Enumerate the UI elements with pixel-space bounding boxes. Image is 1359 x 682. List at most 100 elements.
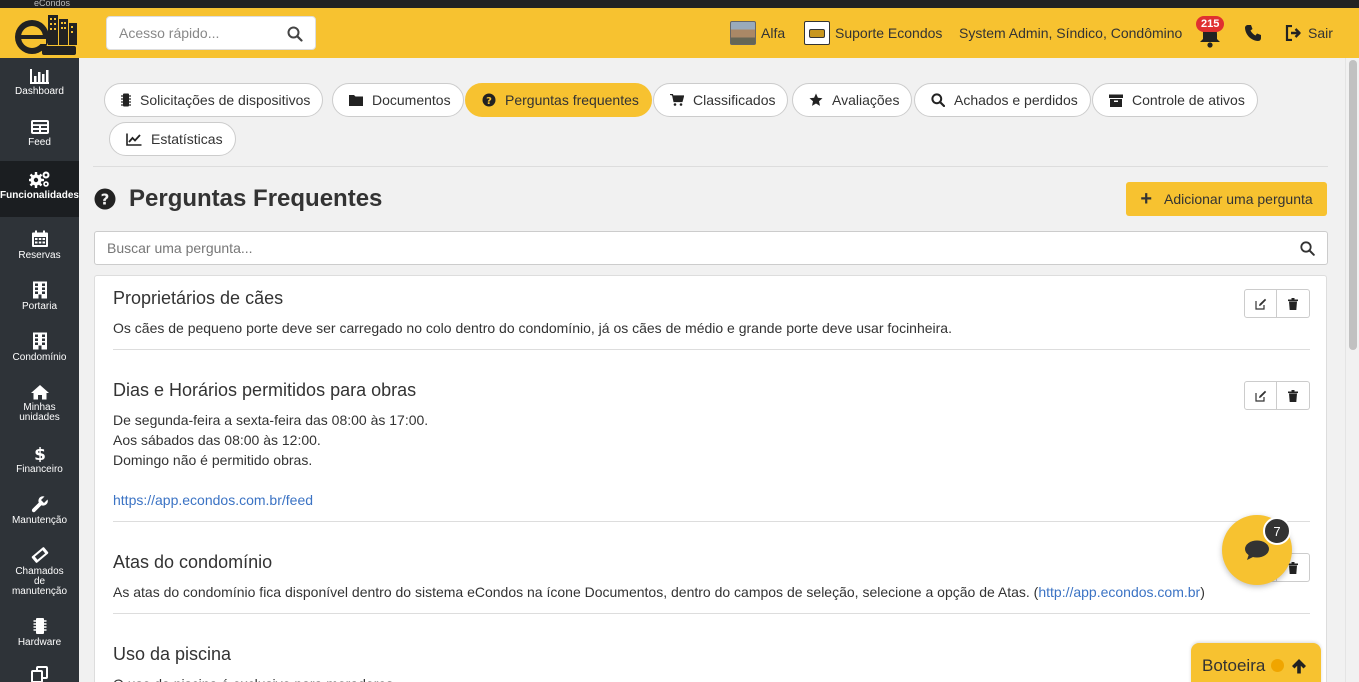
sidebar-item-label: Manutenção: [11, 515, 68, 526]
tabs-divider: [93, 166, 1328, 167]
newspaper-icon: [30, 120, 49, 134]
folder-icon: [349, 95, 363, 106]
cart-icon: [670, 94, 684, 106]
edit-button[interactable]: [1244, 381, 1277, 410]
sidebar-item-feed[interactable]: Feed: [0, 119, 79, 148]
faq-question: Dias e Horários permitidos para obras: [113, 380, 417, 400]
delete-button[interactable]: [1277, 289, 1310, 318]
faq-question: Uso da piscina: [113, 644, 232, 664]
faq-item: Dias e Horários permitidos para obras De…: [113, 368, 1310, 522]
sidebar-item-portaria[interactable]: Portaria: [0, 281, 79, 312]
scrollbar-thumb[interactable]: [1349, 60, 1357, 350]
add-question-label: Adicionar uma pergunta: [1164, 191, 1313, 207]
phone-icon[interactable]: [1244, 24, 1262, 42]
tab-label: Avaliações: [832, 92, 900, 108]
sidebar-item-manutencao[interactable]: Manutenção: [0, 495, 79, 526]
sidebar-item-label: Hardware: [17, 637, 62, 648]
search-icon[interactable]: [1300, 241, 1315, 256]
faq-search-input[interactable]: [95, 232, 1285, 264]
faq-answer: De segunda-feira a sexta-feira das 08:00…: [113, 410, 1310, 510]
sidebar-item-label: Feed: [28, 137, 51, 148]
tab-controle-de-ativos[interactable]: Controle de ativos: [1092, 83, 1258, 117]
tab-classificados[interactable]: Classificados: [653, 83, 789, 117]
support-link[interactable]: Suporte Econdos: [804, 20, 942, 46]
notification-badge[interactable]: 215: [1196, 16, 1225, 32]
faq-answer: As atas do condomínio fica disponível de…: [113, 582, 1310, 602]
botoeira-button[interactable]: Botoeira: [1191, 643, 1321, 682]
tab-perguntas-frequentes[interactable]: ? Perguntas frequentes: [465, 83, 652, 117]
tab-label: Solicitações de dispositivos: [140, 92, 311, 108]
tab-label: Estatísticas: [151, 131, 223, 147]
svg-text:?: ?: [101, 191, 110, 209]
delete-button[interactable]: [1277, 381, 1310, 410]
quick-search-box: [106, 16, 316, 50]
tab-achados-e-perdidos[interactable]: Achados e perdidos: [914, 83, 1091, 117]
plus-icon: +: [1140, 188, 1153, 210]
tab-avaliacoes[interactable]: Avaliações: [792, 83, 913, 117]
support-label: Suporte Econdos: [835, 25, 943, 41]
edit-icon: [1254, 390, 1266, 402]
user-roles[interactable]: System Admin, Síndico, Condômino: [959, 20, 1182, 46]
wrench-icon: [31, 496, 48, 513]
cogs-icon: [28, 171, 49, 188]
tab-label: Perguntas frequentes: [505, 92, 639, 108]
chat-bubble-icon: [1245, 540, 1269, 560]
tab-label: Classificados: [693, 92, 776, 108]
econdos-logo[interactable]: [12, 13, 78, 55]
window-title-bar: eCondos: [0, 0, 1359, 8]
sidebar-item-label: Reservas: [18, 250, 61, 261]
trash-icon: [1288, 389, 1298, 402]
page-title-text: Perguntas Frequentes: [129, 185, 383, 212]
condo-image-icon: [730, 21, 756, 45]
botoeira-label: Botoeira: [1202, 655, 1266, 675]
faq-actions: [1244, 381, 1310, 410]
sidebar-item-hardware[interactable]: Hardware: [0, 617, 79, 648]
sidebar-item-reservas[interactable]: Reservas: [0, 230, 79, 261]
sidebar-item-financeiro[interactable]: $ Financeiro: [0, 444, 79, 475]
support-image-icon: [804, 21, 830, 45]
sidebar-item-label: Dashboard: [15, 86, 64, 97]
faq-item: Uso da piscina O uso da piscina é exclus…: [113, 632, 1310, 682]
sidebar-item-minhas-unidades[interactable]: Minhas unidades: [0, 384, 79, 423]
faq-answer-suffix: ): [1200, 584, 1205, 600]
faq-answer-line: Domingo não é permitido obras.: [113, 452, 313, 468]
sidebar-item-condominio[interactable]: Condomínio: [0, 332, 79, 363]
trash-icon: [1288, 561, 1298, 574]
condo-name: Alfa: [761, 25, 786, 41]
dollar-icon: $: [34, 445, 46, 462]
tab-estatisticas[interactable]: Estatísticas: [109, 122, 236, 156]
condo-selector[interactable]: Alfa: [730, 20, 785, 46]
sidebar-item-label: Financeiro: [16, 464, 63, 475]
logout-button[interactable]: Sair: [1285, 20, 1333, 46]
sidebar-item-dashboard[interactable]: Dashboard: [0, 68, 79, 97]
tab-label: Controle de ativos: [1132, 92, 1245, 108]
tab-label: Documentos: [372, 92, 451, 108]
add-question-button[interactable]: + Adicionar uma pergunta: [1126, 182, 1327, 216]
page-scrollbar[interactable]: [1345, 58, 1359, 682]
sign-out-icon: [1285, 25, 1301, 41]
trash-icon: [1288, 297, 1298, 310]
faq-answer-line: O uso da piscina é exclusivo para morado…: [113, 674, 1310, 682]
ticket-icon: [31, 547, 48, 563]
microchip-icon: [33, 618, 46, 634]
faq-question: Proprietários de cães: [113, 288, 284, 308]
chat-unread-badge: 7: [1263, 517, 1291, 545]
search-icon[interactable]: [287, 26, 303, 42]
sidebar-item-label: Chamados de manutenção: [11, 566, 68, 597]
tab-documentos[interactable]: Documentos: [332, 83, 464, 117]
sidebar-item-chamados-de-manutencao[interactable]: Chamados de manutenção: [0, 546, 79, 597]
clone-icon[interactable]: [30, 666, 50, 682]
svg-text:?: ?: [486, 96, 492, 107]
building-icon: [32, 281, 47, 299]
top-bar: Alfa Suporte Econdos System Admin, Síndi…: [0, 8, 1359, 58]
faq-search-box: [94, 231, 1328, 265]
edit-button[interactable]: [1244, 289, 1277, 318]
sidebar-item-funcionalidades[interactable]: Funcionalidades: [0, 161, 79, 217]
page-title: ? Perguntas Frequentes: [94, 184, 382, 214]
tab-solicitacoes-de-dispositivos[interactable]: Solicitações de dispositivos: [104, 83, 324, 117]
quick-search-input[interactable]: [107, 17, 277, 49]
search-icon: [931, 93, 945, 107]
sidebar-item-label: Portaria: [21, 301, 57, 312]
faq-answer-link[interactable]: https://app.econdos.com.br/feed: [113, 492, 313, 508]
faq-answer-link[interactable]: http://app.econdos.com.br: [1038, 584, 1200, 600]
